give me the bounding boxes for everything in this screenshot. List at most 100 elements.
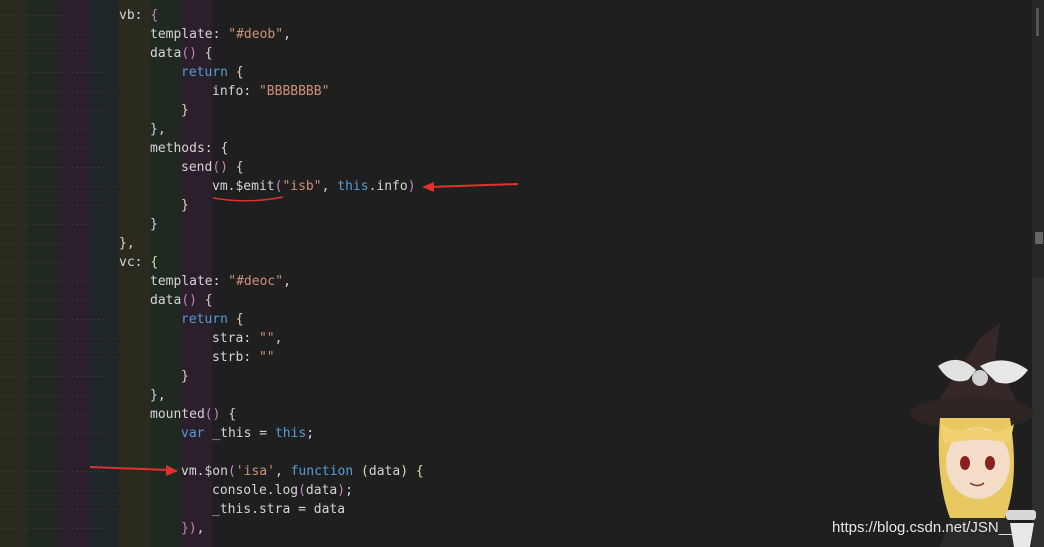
code-token: "#deob": [228, 27, 284, 42]
overview-ruler-cursor: [1035, 232, 1043, 244]
code-token: mounted: [150, 407, 205, 422]
code-token: }): [181, 521, 197, 536]
code-text: template: "#deoc",: [150, 272, 291, 291]
code-token: },: [119, 236, 135, 251]
code-token: (: [353, 464, 369, 479]
whitespace-markers: ················: [0, 258, 71, 267]
code-text: data() {: [150, 44, 213, 63]
code-token: :: [243, 84, 259, 99]
whitespace-markers: ····················: [0, 410, 88, 419]
whitespace-markers: ························: [0, 429, 106, 438]
code-text: }: [181, 367, 189, 386]
code-token: info: [212, 84, 244, 99]
whitespace-markers: ····························: [0, 486, 124, 495]
code-token: var: [181, 426, 205, 441]
code-text: vm.$emit("isb", this.info): [212, 177, 416, 196]
code-token: {: [196, 46, 213, 61]
code-token: template: [150, 27, 213, 42]
whitespace-markers: ····················: [0, 296, 88, 305]
whitespace-markers: ····················: [0, 30, 88, 39]
code-token: (: [298, 483, 306, 498]
whitespace-markers: ····························: [0, 182, 124, 191]
whitespace-markers: ························: [0, 524, 106, 533]
code-token: send: [181, 160, 213, 175]
whitespace-markers: ················: [0, 11, 71, 20]
code-token: }: [181, 369, 189, 384]
code-token: {: [408, 464, 424, 479]
whitespace-markers: ························: [0, 201, 106, 210]
code-token: {: [227, 65, 244, 80]
code-token: ): [400, 464, 409, 479]
code-token: this: [337, 179, 369, 194]
code-token: methods: [150, 141, 205, 156]
code-token: {: [227, 312, 244, 327]
code-token: ): [337, 483, 346, 498]
code-text: },: [150, 386, 166, 405]
code-token: ;: [345, 483, 353, 498]
code-token: },: [150, 388, 166, 403]
overview-ruler-mark: [1036, 8, 1039, 36]
whitespace-markers: ····················: [0, 125, 88, 134]
code-token: "": [258, 350, 275, 365]
code-text: console.log(data);: [212, 481, 353, 500]
whitespace-markers: ························: [0, 315, 106, 324]
code-token: ,: [321, 179, 338, 194]
code-text: },: [150, 120, 166, 139]
code-token: vm.$emit: [212, 179, 275, 194]
whitespace-markers: ························: [0, 372, 106, 381]
code-token: :: [134, 8, 151, 23]
code-text: stra: "",: [212, 329, 282, 348]
witch-girl-illustration-icon: [910, 323, 1036, 547]
code-token: (): [204, 407, 221, 422]
code-token: _this.stra = data: [212, 502, 346, 517]
code-token: strb: [212, 350, 244, 365]
code-token: console.log: [212, 483, 299, 498]
whitespace-markers: ················: [0, 239, 71, 248]
code-token: (): [212, 160, 228, 175]
code-text: return {: [181, 310, 244, 329]
code-token: vb: [119, 8, 135, 23]
code-token: :: [212, 274, 229, 289]
code-token: _this =: [204, 426, 275, 441]
code-token: (): [181, 293, 197, 308]
code-token: ,: [274, 464, 291, 479]
code-token: .info: [368, 179, 408, 194]
code-text: _this.stra = data: [212, 500, 345, 519]
code-token: ;: [306, 426, 315, 441]
code-text: vm.$on('isa', function (data) {: [181, 462, 424, 481]
code-token: (): [181, 46, 197, 61]
code-token: ,: [283, 27, 291, 42]
code-token: vc: [119, 255, 135, 270]
whitespace-markers: ····················: [0, 220, 88, 229]
arrow-emit-annotation: [422, 182, 519, 192]
code-text: data() {: [150, 291, 213, 310]
whitespace-markers: ····························: [0, 505, 124, 514]
code-token: ,: [283, 274, 291, 289]
code-text: },: [119, 234, 135, 253]
code-token: data: [368, 464, 401, 479]
whitespace-markers: ····························: [0, 353, 124, 362]
code-text: }),: [181, 519, 204, 538]
code-token: return: [181, 65, 228, 80]
code-token: template: [150, 274, 213, 289]
code-text: var _this = this;: [181, 424, 314, 443]
whitespace-markers: ························: [0, 106, 106, 115]
code-text: template: "#deob",: [150, 25, 291, 44]
code-text: vc: {: [119, 253, 158, 272]
whitespace-markers: ····················: [0, 144, 88, 153]
whitespace-markers: ····················: [0, 49, 88, 58]
code-token: this: [274, 426, 307, 441]
code-token: 'isa': [235, 464, 275, 479]
code-token: (: [227, 464, 236, 479]
code-token: {: [227, 160, 244, 175]
whitespace-markers: ····························: [0, 87, 124, 96]
code-token: : {: [204, 141, 229, 156]
code-token: }: [150, 217, 158, 232]
emit-underline-annotation: [212, 196, 284, 202]
code-token: data: [305, 483, 338, 498]
code-text: mounted() {: [150, 405, 236, 424]
code-token: :: [134, 255, 151, 270]
code-token: {: [220, 407, 237, 422]
whitespace-markers: ························: [0, 68, 106, 77]
code-token: ,: [274, 331, 283, 346]
